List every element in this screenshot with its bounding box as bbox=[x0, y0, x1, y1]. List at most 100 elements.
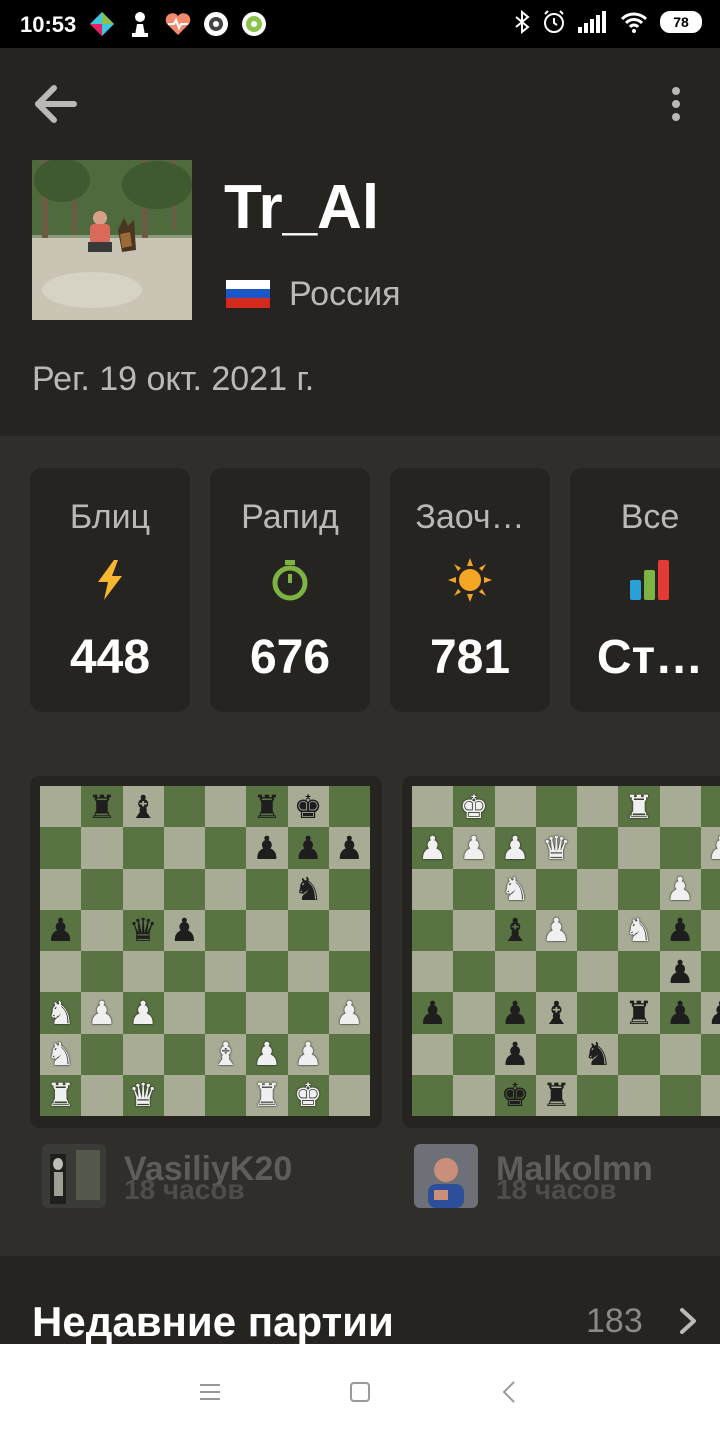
white-rook-icon: ♜ bbox=[252, 1077, 282, 1114]
board-square: ♟ bbox=[412, 992, 454, 1034]
white-pawn-icon: ♟ bbox=[293, 1036, 323, 1073]
board-square bbox=[535, 951, 577, 993]
rating-label: Все bbox=[620, 498, 680, 536]
board-square: ♛ bbox=[535, 827, 577, 869]
board-square bbox=[40, 951, 82, 993]
lightning-icon bbox=[88, 558, 132, 602]
more-options-button[interactable] bbox=[660, 82, 692, 126]
black-pawn-icon: ♟ bbox=[418, 994, 447, 1031]
back-button[interactable] bbox=[34, 82, 78, 126]
rating-label: Заоч… bbox=[415, 498, 525, 536]
white-pawn-icon: ♟ bbox=[707, 832, 720, 864]
board-square bbox=[205, 909, 247, 951]
black-knight-icon: ♞ bbox=[293, 871, 323, 908]
board-square bbox=[494, 951, 536, 993]
board-square bbox=[287, 951, 329, 993]
board-square bbox=[40, 868, 82, 910]
black-knight-icon: ♞ bbox=[583, 1036, 612, 1073]
status-bar: 10:53 78 bbox=[0, 0, 720, 48]
board-square bbox=[618, 868, 660, 910]
rating-card-all[interactable]: Все Ст… bbox=[570, 468, 720, 712]
system-back-button[interactable] bbox=[492, 1374, 528, 1410]
white-pawn-icon: ♟ bbox=[459, 829, 489, 866]
game-opponent[interactable]: Malkolmn 18 часов bbox=[414, 1144, 720, 1208]
board-square bbox=[328, 868, 370, 910]
bluetooth-icon bbox=[515, 10, 530, 34]
recent-games-title: Недавние партии bbox=[32, 1298, 394, 1345]
board-square bbox=[535, 786, 577, 828]
board-square bbox=[328, 951, 370, 993]
board-square bbox=[205, 868, 247, 910]
board-square bbox=[81, 951, 123, 993]
board-square: ♟ bbox=[494, 827, 536, 869]
rating-card-rapid[interactable]: Рапид 676 bbox=[210, 468, 370, 712]
rating-card-daily[interactable]: Заоч… 781 bbox=[390, 468, 550, 712]
sun-icon bbox=[448, 558, 492, 602]
kite-icon bbox=[88, 10, 116, 38]
board-square bbox=[122, 951, 164, 993]
board-square: ♜ bbox=[618, 786, 660, 828]
profile-country: Россия bbox=[289, 275, 401, 313]
board-square: ♞ bbox=[577, 1033, 619, 1075]
rating-card-blitz[interactable]: Блиц 448 bbox=[30, 468, 190, 712]
chess-board: ♜ ♝ ♜ ♚ ♟ ♟ ♟ ♞ ♟ ♛ ♟ ♞ ♟ ♟ ♟ ♞ ♝ ♟ ♟ ♜ ♛ ♜ ♚ bbox=[40, 786, 370, 1116]
board-square: ♛ bbox=[122, 1074, 164, 1116]
board-square bbox=[618, 1074, 660, 1116]
board-square bbox=[412, 786, 454, 828]
white-queen-icon: ♛ bbox=[542, 829, 571, 866]
board-square bbox=[328, 786, 370, 828]
board-square bbox=[700, 1033, 720, 1075]
board-square: ♞ bbox=[494, 868, 536, 910]
board-square bbox=[659, 1033, 701, 1075]
rating-label: Рапид bbox=[241, 498, 339, 536]
board-square bbox=[700, 1074, 720, 1116]
board-square: ♟ bbox=[328, 992, 370, 1034]
board-square: ♟ bbox=[659, 868, 701, 910]
board-square bbox=[700, 868, 720, 910]
black-pawn-icon: ♟ bbox=[500, 994, 530, 1031]
board-square: ♞ bbox=[40, 992, 82, 1034]
board-square bbox=[81, 1033, 123, 1075]
board-square: ♜ bbox=[246, 1074, 288, 1116]
board-square bbox=[122, 1033, 164, 1075]
board-square: ♜ bbox=[40, 1074, 82, 1116]
board-square bbox=[81, 868, 123, 910]
board-square: ♟ bbox=[535, 909, 577, 951]
black-pawn-icon: ♟ bbox=[335, 829, 364, 866]
board-square bbox=[246, 868, 288, 910]
board-square bbox=[163, 827, 205, 869]
game-board-card[interactable]: ♚ ♜ ♟ ♟ ♟ ♛ ♟ ♞ ♟ ♝ ♟ ♞ ♟ ♟ ♟ ♟ ♝ ♜ ♟ ♟ ♟ ♞ ♚ ♜ bbox=[402, 776, 720, 1128]
game-board-card[interactable]: ♜ ♝ ♜ ♚ ♟ ♟ ♟ ♞ ♟ ♛ ♟ ♞ ♟ ♟ ♟ ♞ ♝ ♟ ♟ ♜ ♛ ♜ ♚ bbox=[30, 776, 382, 1128]
system-navigation-bar bbox=[0, 1344, 720, 1440]
board-square bbox=[246, 909, 288, 951]
board-square bbox=[453, 909, 495, 951]
board-square bbox=[535, 868, 577, 910]
game-opponent[interactable]: VasiliyK20 18 часов bbox=[42, 1144, 372, 1208]
alarm-icon bbox=[544, 10, 564, 33]
white-knight-icon: ♞ bbox=[624, 912, 654, 949]
black-pawn-icon: ♟ bbox=[500, 1036, 530, 1073]
home-button[interactable] bbox=[342, 1374, 378, 1410]
recent-apps-button[interactable] bbox=[192, 1374, 228, 1410]
board-square bbox=[122, 827, 164, 869]
heart-rate-icon bbox=[164, 10, 192, 38]
white-pawn-icon: ♟ bbox=[500, 829, 530, 866]
white-pawn-icon: ♟ bbox=[335, 994, 364, 1031]
board-square: ♟ bbox=[700, 992, 720, 1034]
board-square bbox=[81, 1074, 123, 1116]
white-pawn-icon: ♟ bbox=[252, 1036, 282, 1073]
black-pawn-icon: ♟ bbox=[665, 912, 695, 949]
board-square bbox=[163, 951, 205, 993]
rating-label: Блиц bbox=[69, 498, 151, 536]
battery-indicator: 78 bbox=[660, 11, 702, 33]
recent-games-section[interactable]: Недавние партии 183 bbox=[0, 1256, 720, 1345]
board-square bbox=[81, 909, 123, 951]
black-rook-icon: ♜ bbox=[252, 788, 282, 825]
board-square: ♞ bbox=[618, 909, 660, 951]
board-square: ♟ bbox=[328, 827, 370, 869]
white-king-icon: ♚ bbox=[293, 1077, 323, 1114]
board-square bbox=[659, 1074, 701, 1116]
signal-icon bbox=[578, 11, 606, 33]
square-icon bbox=[350, 1382, 370, 1402]
profile-avatar[interactable] bbox=[32, 160, 192, 320]
